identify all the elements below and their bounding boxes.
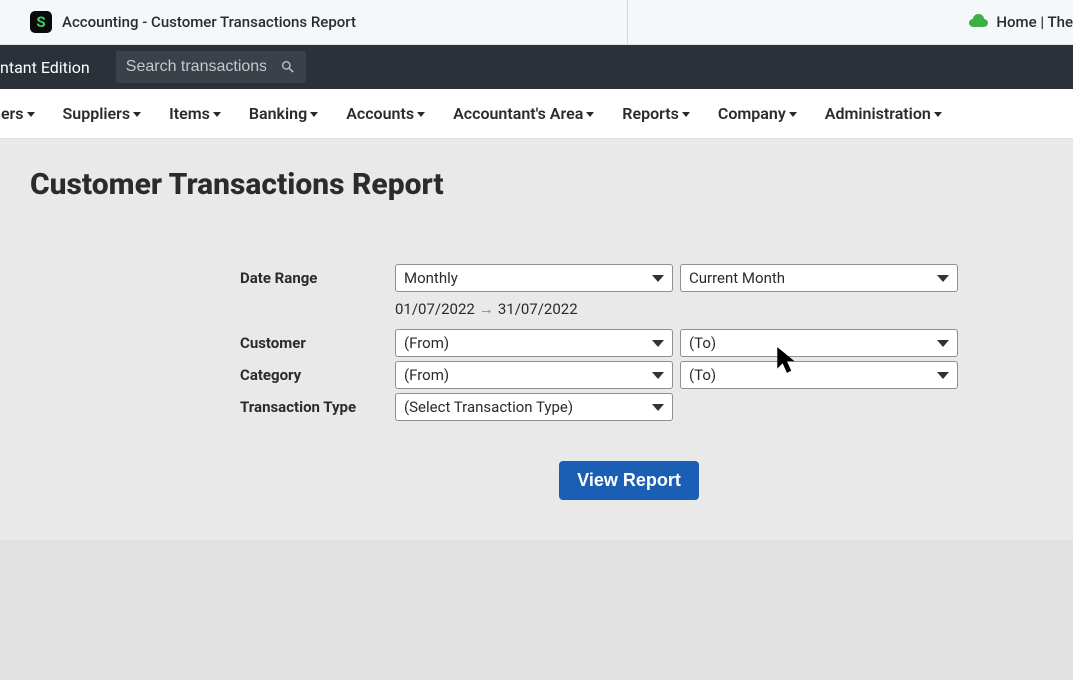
select-value: (To) (689, 366, 716, 384)
select-category-to[interactable]: (To) (680, 361, 958, 389)
window-title: Accounting - Customer Transactions Repor… (62, 13, 356, 31)
select-value: (From) (404, 366, 449, 384)
menu-label: Reports (622, 104, 679, 123)
menu-label: Items (169, 104, 210, 123)
cloud-icon (968, 13, 988, 31)
chevron-down-icon (652, 340, 664, 347)
report-filter-form: Date Range Monthly Current Month 01/07/2… (0, 244, 1073, 540)
label-transaction-type: Transaction Type (0, 398, 395, 416)
date-to: 31/07/2022 (498, 300, 578, 318)
divider: | (1037, 13, 1048, 31)
menu-label: Accountant's Area (453, 104, 583, 123)
select-transaction-type[interactable]: (Select Transaction Type) (395, 393, 673, 421)
select-category-from[interactable]: (From) (395, 361, 673, 389)
customer-selects: (From) (To) (395, 329, 958, 357)
page-header: Customer Transactions Report (0, 139, 1073, 244)
page-title: Customer Transactions Report (30, 167, 1073, 202)
menu-partners[interactable]: ners (0, 104, 35, 123)
app-title-group: S Accounting - Customer Transactions Rep… (30, 11, 356, 33)
home-text: Home (996, 13, 1036, 31)
select-value: Monthly (404, 269, 458, 287)
menu-accountants-area[interactable]: Accountant's Area (453, 104, 594, 123)
view-report-button[interactable]: View Report (559, 461, 699, 500)
chevron-down-icon (652, 372, 664, 379)
label-date-range: Date Range (0, 269, 395, 287)
select-customer-from[interactable]: (From) (395, 329, 673, 357)
select-value: (To) (689, 334, 716, 352)
row-transaction-type: Transaction Type (Select Transaction Typ… (0, 391, 1073, 423)
chevron-down-icon (310, 112, 318, 117)
chevron-down-icon (417, 112, 425, 117)
date-range-summary: 01/07/2022 → 31/07/2022 (0, 294, 1073, 327)
main-menu-bar: ners Suppliers Items Banking Accounts Ac… (0, 89, 1073, 139)
category-selects: (From) (To) (395, 361, 958, 389)
label-category: Category (0, 366, 395, 384)
app-icon: S (30, 11, 52, 33)
menu-label: Administration (825, 104, 931, 123)
edition-label: ntant Edition (0, 58, 100, 77)
menu-label: Accounts (346, 104, 414, 123)
arrow-right-icon: → (479, 300, 494, 318)
row-customer: Customer (From) (To) (0, 327, 1073, 359)
menu-label: Banking (249, 104, 307, 123)
chevron-down-icon (133, 112, 141, 117)
search-input[interactable] (126, 58, 266, 76)
topbar-right-panel: Home | The (627, 0, 1073, 44)
transaction-type-selects: (Select Transaction Type) (395, 393, 673, 421)
home-link[interactable]: Home | The (996, 13, 1073, 31)
chevron-down-icon (934, 112, 942, 117)
next-text: The (1047, 13, 1073, 31)
menu-accounts[interactable]: Accounts (346, 104, 425, 123)
menu-label: Suppliers (63, 104, 131, 123)
row-date-range: Date Range Monthly Current Month (0, 262, 1073, 294)
menu-label: ners (0, 104, 24, 123)
secondary-navbar: ntant Edition (0, 45, 1073, 89)
menu-reports[interactable]: Reports (622, 104, 690, 123)
footer-space (0, 540, 1073, 680)
date-range-selects: Monthly Current Month (395, 264, 958, 292)
select-customer-to[interactable]: (To) (680, 329, 958, 357)
chevron-down-icon (789, 112, 797, 117)
select-value: (Select Transaction Type) (404, 398, 573, 416)
search-icon[interactable] (280, 59, 296, 75)
chevron-down-icon (937, 372, 949, 379)
menu-company[interactable]: Company (718, 104, 797, 123)
window-title-bar: S Accounting - Customer Transactions Rep… (0, 0, 1073, 45)
chevron-down-icon (213, 112, 221, 117)
label-customer: Customer (0, 334, 395, 352)
row-category: Category (From) (To) (0, 359, 1073, 391)
menu-suppliers[interactable]: Suppliers (63, 104, 142, 123)
menu-administration[interactable]: Administration (825, 104, 942, 123)
chevron-down-icon (652, 275, 664, 282)
select-date-range-type[interactable]: Monthly (395, 264, 673, 292)
search-box[interactable] (116, 51, 306, 83)
menu-banking[interactable]: Banking (249, 104, 318, 123)
select-value: (From) (404, 334, 449, 352)
select-date-range-period[interactable]: Current Month (680, 264, 958, 292)
date-from: 01/07/2022 (395, 300, 475, 318)
menu-label: Company (718, 104, 786, 123)
chevron-down-icon (586, 112, 594, 117)
chevron-down-icon (937, 340, 949, 347)
menu-items[interactable]: Items (169, 104, 221, 123)
chevron-down-icon (682, 112, 690, 117)
chevron-down-icon (937, 275, 949, 282)
chevron-down-icon (652, 404, 664, 411)
select-value: Current Month (689, 269, 785, 287)
chevron-down-icon (27, 112, 35, 117)
submit-row: View Report (0, 461, 958, 500)
